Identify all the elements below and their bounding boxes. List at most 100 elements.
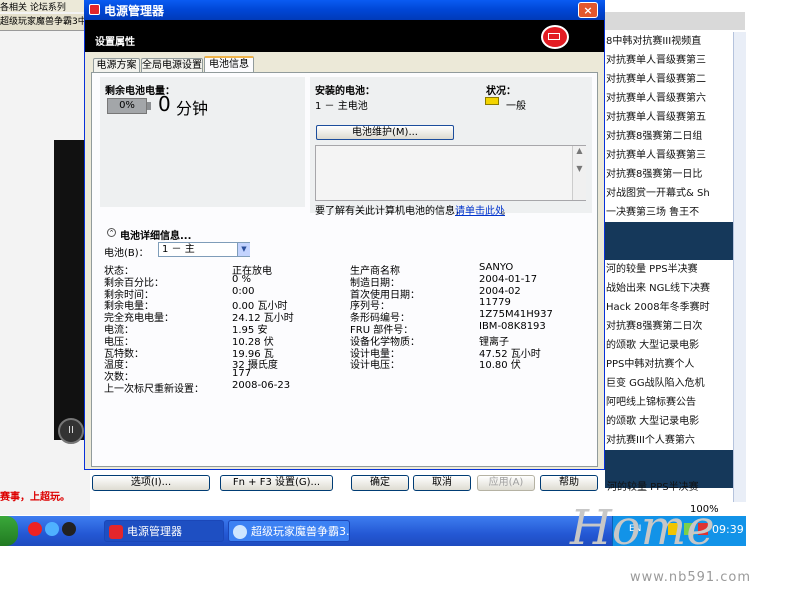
remaining-time-value: 0 bbox=[158, 92, 171, 116]
detail-row: 设计电量： 47.52 瓦小时 bbox=[350, 345, 580, 360]
detail-row: 剩余百分比： 0 % bbox=[104, 273, 344, 289]
detail-row: 设计电压： 10.80 伏 bbox=[350, 356, 580, 371]
detail-row: 剩余电量： 0.00 瓦小时 bbox=[104, 297, 344, 312]
news-item[interactable]: 的颂歌 大型记录电影 bbox=[605, 412, 733, 431]
detail-row: 上一次标尺重新设置： 2008-06-23 bbox=[104, 379, 344, 395]
news-item[interactable]: 8中韩对抗赛III视频直 bbox=[605, 32, 733, 51]
chevron-down-icon[interactable]: ▼ bbox=[237, 243, 250, 256]
options-button[interactable]: 选项(I)... bbox=[92, 475, 210, 491]
ie-icon bbox=[233, 525, 247, 539]
detail-value: IBM-08K8193 bbox=[479, 320, 546, 332]
news-item[interactable]: 对抗赛III个人赛第六 bbox=[605, 431, 733, 450]
news-item[interactable]: 对抗赛单人晋级赛第五 bbox=[605, 108, 733, 127]
header-title: 设置属性 bbox=[95, 37, 135, 48]
detail-row: 制造日期： 2004-01-17 bbox=[350, 273, 580, 289]
detail-row: 设备化学物质： 锂离子 bbox=[350, 333, 580, 348]
apply-button[interactable]: 应用(A) bbox=[477, 475, 535, 491]
info-text: 要了解有关此计算机电池的信息， bbox=[315, 206, 465, 217]
start-button[interactable] bbox=[0, 516, 18, 546]
detail-row: 温度： 32 摄氏度 bbox=[104, 356, 344, 371]
detail-row: 首次使用日期： 2004-02 bbox=[350, 285, 580, 301]
news-item[interactable]: PPS中韩对抗赛个人 bbox=[605, 355, 733, 374]
detail-value: 177 bbox=[232, 368, 252, 380]
news-item[interactable]: 巨变 GG战队陷入危机 bbox=[605, 374, 733, 393]
remaining-time-unit: 分钟 bbox=[176, 99, 209, 118]
header-band bbox=[85, 20, 604, 52]
power-manager-icon bbox=[109, 525, 123, 539]
tab-battery-info[interactable]: 电池信息 bbox=[204, 56, 254, 73]
news-item[interactable]: 战始出来 NGL线下决赛 bbox=[605, 279, 733, 298]
details-left-list: 状态： 正在放电 剩余百分比： 0 % 剩余时间： 0:00 剩余电量： 0.00 瓦小… bbox=[104, 262, 344, 395]
taskbar-item-label: 超级玩家魔兽争霸3... bbox=[251, 525, 350, 538]
window-title: 电源管理器 bbox=[104, 4, 165, 18]
detail-row: FRU 部件号： IBM-08K8193 bbox=[350, 320, 580, 336]
browser-quicklaunch-icon[interactable] bbox=[28, 522, 42, 536]
power-manager-icon bbox=[89, 4, 100, 15]
installed-battery-item[interactable]: 1 － 主电池 bbox=[315, 97, 368, 112]
info-box-scrollbar[interactable]: ▲ ▼ bbox=[572, 146, 586, 200]
details-title[interactable]: 电池详细信息... bbox=[120, 227, 191, 242]
battery-select-label: 电池(B)： bbox=[104, 248, 149, 259]
battery-gauge: 0% bbox=[107, 98, 147, 114]
taskbar-item-label: 电源管理器 bbox=[127, 525, 182, 538]
battery-status-icon bbox=[485, 97, 499, 105]
detail-row: 生产商名称 SANYO bbox=[350, 262, 580, 277]
pause-icon[interactable]: II bbox=[58, 418, 84, 444]
news-item[interactable]: Hack 2008年冬季赛时 bbox=[605, 298, 733, 317]
taskbar-item-browser[interactable]: 超级玩家魔兽争霸3... bbox=[228, 520, 350, 542]
background-scrollbar[interactable] bbox=[733, 32, 746, 502]
tab-global-settings[interactable]: 全局电源设置 bbox=[141, 58, 203, 72]
battery-maintenance-button[interactable]: 电池维护(M)... bbox=[316, 125, 454, 140]
background-browser-tab[interactable]: 超级玩家魔兽争霸3中文 bbox=[0, 14, 90, 31]
qq-quicklaunch-icon[interactable] bbox=[62, 522, 76, 536]
background-toolbar-links[interactable]: 各相关 论坛系列 bbox=[0, 0, 90, 12]
background-news-header bbox=[605, 12, 745, 30]
close-button[interactable]: × bbox=[578, 2, 598, 18]
collapse-icon[interactable]: ⌃ bbox=[107, 228, 116, 237]
news-item[interactable]: 一决赛第三场 鲁王不 bbox=[605, 203, 733, 222]
detail-row: 次数： 177 bbox=[104, 368, 344, 383]
detail-value: 1Z75M41H937 bbox=[479, 309, 553, 321]
news-item[interactable]: 对抗赛8强赛第二日组 bbox=[605, 127, 733, 146]
detail-row: 电流： 1.95 安 bbox=[104, 321, 344, 336]
taskbar-item-power-manager[interactable]: 电源管理器 bbox=[104, 520, 224, 542]
help-button[interactable]: 帮助 bbox=[540, 475, 598, 491]
news-item[interactable]: 河的较量 PPS半决赛 bbox=[606, 478, 735, 497]
news-item[interactable]: 对抗赛8强赛第二日次 bbox=[605, 317, 733, 336]
status-value: 一般 bbox=[506, 101, 526, 112]
detail-row: 电压： 10.28 伏 bbox=[104, 333, 344, 348]
detail-label: 上一次标尺重新设置： bbox=[104, 383, 204, 395]
detail-value: SANYO bbox=[479, 262, 514, 273]
news-item bbox=[605, 241, 733, 260]
news-item[interactable]: 对抗赛单人晋级赛第六 bbox=[605, 89, 733, 108]
ie-quicklaunch-icon[interactable] bbox=[45, 522, 59, 536]
news-item[interactable]: 对抗赛单人晋级赛第三 bbox=[605, 146, 733, 165]
detail-row: 序列号： 11779 bbox=[350, 297, 580, 312]
battery-gauge-tip bbox=[147, 102, 151, 110]
installed-battery-title: 安装的电池： bbox=[315, 86, 375, 97]
news-item[interactable]: 对抗赛单人晋级赛第二 bbox=[605, 70, 733, 89]
watermark-url: www.nb591.com bbox=[630, 570, 752, 585]
news-item[interactable]: 河的较量 PPS半决赛 bbox=[605, 260, 733, 279]
tab-power-schemes[interactable]: 电源方案 bbox=[93, 58, 140, 72]
detail-value: 2008-06-23 bbox=[232, 379, 291, 391]
detail-value: 2004-02 bbox=[479, 285, 521, 297]
news-item[interactable]: 对抗赛单人晋级赛第三 bbox=[605, 51, 733, 70]
detail-row: 完全充电电量： 24.12 瓦小时 bbox=[104, 309, 344, 324]
news-item[interactable]: 的颂歌 大型记录电影 bbox=[605, 336, 733, 355]
detail-value: 0:00 bbox=[232, 285, 255, 297]
detail-row: 状态： 正在放电 bbox=[104, 262, 344, 277]
background-promo-text: 赛事，上超玩。 bbox=[0, 492, 70, 503]
cancel-button[interactable]: 取消 bbox=[413, 475, 471, 491]
background-news-list: 8中韩对抗赛III视频直 对抗赛单人晋级赛第三 对抗赛单人晋级赛第二 对抗赛单人… bbox=[605, 32, 733, 512]
fn-f3-settings-button[interactable]: Fn + F3 设置(G)... bbox=[220, 475, 333, 491]
detail-value: 0 % bbox=[232, 273, 252, 285]
ok-button[interactable]: 确定 bbox=[351, 475, 409, 491]
detail-value: 2004-01-17 bbox=[479, 273, 538, 285]
news-item[interactable]: 对战图赏一开幕式& Sh bbox=[605, 184, 733, 203]
detail-row: 剩余时间： 0:00 bbox=[104, 285, 344, 301]
news-item[interactable]: 对抗赛8强赛第一日比 bbox=[605, 165, 733, 184]
info-link[interactable]: 请单击此处 bbox=[455, 202, 505, 217]
status-title: 状况： bbox=[486, 86, 516, 97]
news-item[interactable]: 阿吧线上锦标赛公告 bbox=[605, 393, 733, 412]
